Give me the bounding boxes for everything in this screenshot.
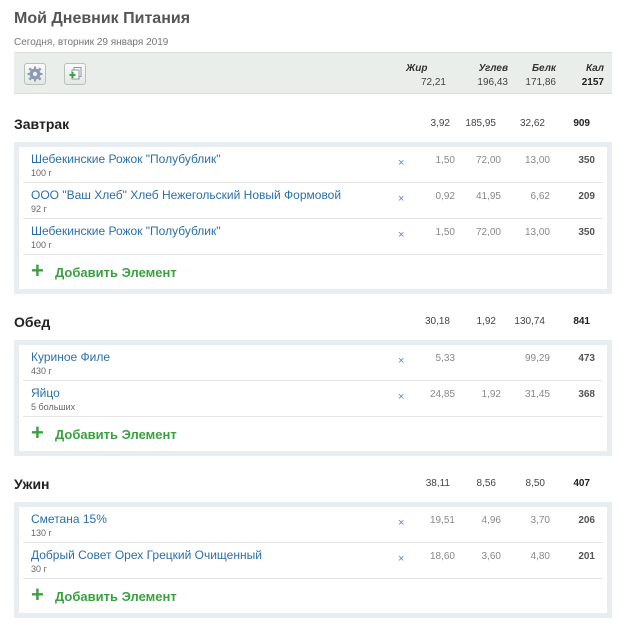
meal-items-box: Сметана 15% 130 г × 19,51 4,96 3,70 206 Добрый … [14, 502, 612, 618]
page-title: Мой Дневник Питания [14, 10, 191, 27]
food-carb: 4,96 [481, 515, 501, 526]
food-cal: 368 [578, 389, 595, 400]
food-row: Яйцо 5 больших × 24,85 1,92 31,45 368 [23, 381, 603, 417]
add-item-button[interactable]: Добавить Элемент [55, 265, 177, 280]
add-item-button[interactable]: Добавить Элемент [55, 589, 177, 604]
meal-total-protein: 130,74 [514, 316, 545, 327]
meal-title: Ужин [14, 476, 50, 492]
header-carb-label: Углев [478, 63, 508, 74]
food-fat: 24,85 [429, 389, 455, 400]
remove-x-icon[interactable]: × [398, 157, 404, 169]
total-protein: 171,86 [525, 77, 556, 88]
meal-title: Обед [14, 314, 51, 330]
food-name-link[interactable]: Сметана 15% [31, 512, 107, 526]
food-cal: 206 [578, 515, 595, 526]
food-quantity: 92 г [31, 204, 47, 214]
add-copy-button[interactable] [64, 63, 86, 85]
food-name-link[interactable]: Шебекинские Рожок "Полубублик" [31, 152, 221, 166]
food-protein: 3,70 [530, 515, 550, 526]
add-item-row[interactable]: + Добавить Элемент [23, 579, 603, 613]
total-cal: 2157 [581, 77, 604, 88]
food-protein: 4,80 [530, 551, 550, 562]
meal-total-fat: 38,11 [425, 478, 450, 489]
header-fat-label: Жир [406, 63, 428, 74]
food-fat: 18,60 [429, 551, 455, 562]
food-protein: 13,00 [524, 227, 550, 238]
food-name-link[interactable]: ООО "Ваш Хлеб" Хлеб Нежегольский Новый Ф… [31, 188, 341, 202]
plus-icon[interactable]: + [31, 584, 44, 606]
food-protein: 31,45 [524, 389, 550, 400]
food-row: Шебекинские Рожок "Полубублик" 100 г × 1,50… [23, 147, 603, 183]
food-carb: 3,60 [481, 551, 501, 562]
meal-total-carb: 185,95 [465, 118, 496, 129]
meal-total-cal: 407 [573, 478, 590, 489]
food-fat: 19,51 [429, 515, 455, 526]
meal-total-fat: 3,92 [430, 118, 450, 129]
total-carb: 196,43 [477, 77, 508, 88]
gear-icon [27, 66, 43, 82]
food-name-link[interactable]: Шебекинские Рожок "Полубублик" [31, 224, 221, 238]
plus-icon[interactable]: + [31, 260, 44, 282]
food-cal: 350 [578, 155, 595, 166]
header-cal-label: Кал [585, 63, 604, 74]
add-item-row[interactable]: + Добавить Элемент [23, 417, 603, 451]
food-quantity: 100 г [31, 240, 52, 250]
remove-x-icon[interactable]: × [398, 553, 404, 565]
food-carb: 72,00 [475, 227, 501, 238]
food-quantity: 5 больших [31, 402, 76, 412]
food-name-link[interactable]: Яйцо [31, 386, 60, 400]
food-quantity: 30 г [31, 564, 47, 574]
food-cal: 350 [578, 227, 595, 238]
meal-total-cal: 909 [573, 118, 590, 129]
food-name-link[interactable]: Добрый Совет Орех Грецкий Очищенный [31, 548, 262, 562]
food-fat: 5,33 [435, 353, 455, 364]
food-quantity: 430 г [31, 366, 52, 376]
food-carb: 1,92 [481, 389, 501, 400]
meal-total-fat: 30,18 [424, 316, 450, 327]
food-protein: 99,29 [524, 353, 550, 364]
remove-x-icon[interactable]: × [398, 517, 404, 529]
meal-items-box: Куриное Филе 430 г × 5,33 99,29 473 Яйцо 5 боль… [14, 340, 612, 456]
remove-x-icon[interactable]: × [398, 193, 404, 205]
meal-total-protein: 32,62 [519, 118, 545, 129]
food-fat: 0,92 [435, 191, 455, 202]
add-copy-icon [69, 67, 82, 80]
food-row: ООО "Ваш Хлеб" Хлеб Нежегольский Новый Ф… [23, 183, 603, 219]
meal-title: Завтрак [14, 116, 70, 132]
remove-x-icon[interactable]: × [398, 229, 404, 241]
food-cal: 209 [578, 191, 595, 202]
meal-total-cal: 841 [573, 316, 590, 327]
settings-button[interactable] [24, 63, 46, 85]
remove-x-icon[interactable]: × [398, 355, 404, 367]
food-protein: 13,00 [524, 155, 550, 166]
food-protein: 6,62 [530, 191, 550, 202]
food-name-link[interactable]: Куриное Филе [31, 350, 110, 364]
food-quantity: 130 г [31, 528, 52, 538]
food-fat: 1,50 [435, 155, 455, 166]
total-fat: 72,21 [420, 77, 446, 88]
meal-total-protein: 8,50 [525, 478, 545, 489]
header-protein-label: Белк [531, 63, 556, 74]
summary-toolbar: Жир Углев Белк Кал 72,21 196,43 171,86 2… [14, 52, 612, 94]
page-subtitle: Сегодня, вторник 29 января 2019 [14, 37, 169, 48]
food-row: Шебекинские Рожок "Полубублик" 100 г × 1,50… [23, 219, 603, 255]
food-carb: 72,00 [475, 155, 501, 166]
food-row: Сметана 15% 130 г × 19,51 4,96 3,70 206 [23, 507, 603, 543]
food-quantity: 100 г [31, 168, 52, 178]
food-cal: 473 [578, 353, 595, 364]
meal-total-carb: 8,56 [476, 478, 496, 489]
food-row: Добрый Совет Орех Грецкий Очищенный 30 г ×… [23, 543, 603, 579]
meal-items-box: Шебекинские Рожок "Полубублик" 100 г × 1,50… [14, 142, 612, 294]
food-fat: 1,50 [435, 227, 455, 238]
plus-icon[interactable]: + [31, 422, 44, 444]
food-carb: 41,95 [475, 191, 501, 202]
add-item-row[interactable]: + Добавить Элемент [23, 255, 603, 289]
food-cal: 201 [578, 551, 595, 562]
remove-x-icon[interactable]: × [398, 391, 404, 403]
add-item-button[interactable]: Добавить Элемент [55, 427, 177, 442]
food-row: Куриное Филе 430 г × 5,33 99,29 473 [23, 345, 603, 381]
meal-total-carb: 1,92 [476, 316, 496, 327]
